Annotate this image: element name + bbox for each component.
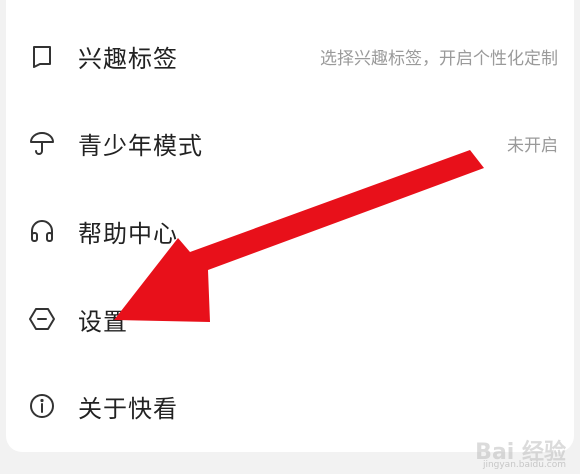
menu-item-teen-mode[interactable]: 青少年模式 未开启	[6, 113, 574, 173]
menu-item-label: 青少年模式	[78, 131, 203, 160]
menu-item-label: 兴趣标签	[78, 44, 178, 73]
menu-item-label: 设置	[78, 307, 128, 336]
headphones-icon	[28, 217, 56, 245]
menu-item-help-center[interactable]: 帮助中心	[6, 201, 574, 261]
menu-item-about[interactable]: 关于快看	[6, 376, 574, 436]
tag-icon	[28, 42, 56, 70]
settings-hexagon-icon	[28, 305, 56, 333]
menu-item-label: 帮助中心	[78, 219, 178, 248]
menu-item-value: 未开启	[507, 135, 558, 156]
menu-item-value: 选择兴趣标签，开启个性化定制	[320, 48, 558, 69]
umbrella-icon	[28, 129, 56, 157]
menu-item-settings[interactable]: 设置	[6, 289, 574, 349]
info-icon	[28, 392, 56, 420]
menu-item-interest-tags[interactable]: 兴趣标签 选择兴趣标签，开启个性化定制	[6, 26, 574, 86]
menu-card: 兴趣标签 选择兴趣标签，开启个性化定制 青少年模式 未开启 帮助中心 设置 关于…	[6, 0, 574, 452]
menu-item-label: 关于快看	[78, 394, 178, 423]
watermark-sub: jingyan.baidu.com	[482, 460, 566, 470]
